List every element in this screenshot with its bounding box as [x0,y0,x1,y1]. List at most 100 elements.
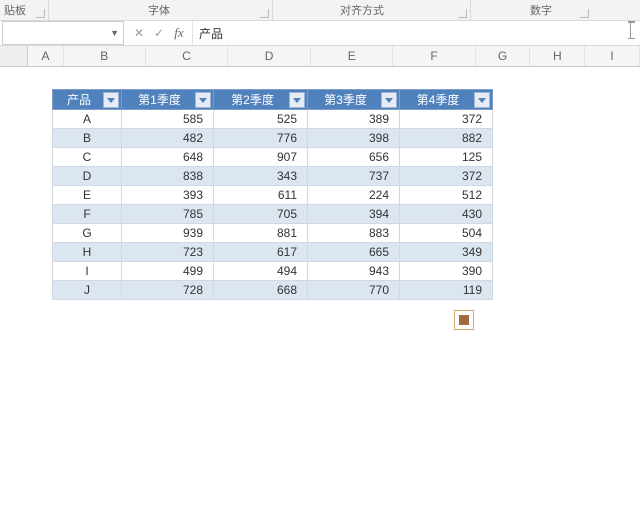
name-box[interactable]: ▼ [2,21,124,45]
table-cell[interactable]: 776 [214,129,308,148]
worksheet-grid[interactable]: 产品第1季度第2季度第3季度第4季度 A585525389372B4827763… [0,65,640,511]
table-header-cell[interactable]: 产品 [53,90,122,110]
filter-dropdown-icon[interactable] [381,92,397,108]
column-header[interactable]: H [530,46,585,66]
table-cell[interactable]: C [53,148,122,167]
ribbon-group-labels: 贴板 字体 对齐方式 数字 [0,0,640,21]
select-all-corner[interactable] [0,46,28,66]
table-cell[interactable]: 705 [214,205,308,224]
dialog-launcher-icon[interactable] [580,9,589,18]
table-cell[interactable]: 939 [122,224,214,243]
table-cell[interactable]: D [53,167,122,186]
table-row[interactable]: J728668770119 [53,281,493,300]
table-header-cell[interactable]: 第2季度 [214,90,308,110]
dialog-launcher-icon[interactable] [458,9,467,18]
table-row[interactable]: G939881883504 [53,224,493,243]
table-cell[interactable]: 390 [400,262,493,281]
table-cell[interactable]: 668 [214,281,308,300]
cancel-icon[interactable]: ✕ [130,24,148,42]
table-header-cell[interactable]: 第1季度 [122,90,214,110]
table-cell[interactable]: 372 [400,167,493,186]
filter-dropdown-icon[interactable] [195,92,211,108]
table-cell[interactable]: 394 [308,205,400,224]
smart-tag-icon[interactable] [454,310,474,330]
table-cell[interactable]: 665 [308,243,400,262]
dialog-launcher-icon[interactable] [260,9,269,18]
table-cell[interactable]: 723 [122,243,214,262]
table-cell[interactable]: 504 [400,224,493,243]
table-row[interactable]: C648907656125 [53,148,493,167]
table-cell[interactable]: A [53,110,122,129]
table-cell[interactable]: 224 [308,186,400,205]
table-cell[interactable]: 728 [122,281,214,300]
table-cell[interactable]: 525 [214,110,308,129]
table-cell[interactable]: G [53,224,122,243]
table-row[interactable]: E393611224512 [53,186,493,205]
text-cursor-icon [630,22,632,38]
column-header[interactable]: A [28,46,63,66]
table-cell[interactable]: H [53,243,122,262]
table-cell[interactable]: 883 [308,224,400,243]
table-cell[interactable]: 430 [400,205,493,224]
ribbon-group-number: 数字 [530,2,552,18]
table-cell[interactable]: 494 [214,262,308,281]
table-cell[interactable]: 398 [308,129,400,148]
column-headers: ABCDEFGHI [0,46,640,67]
table-cell[interactable]: 882 [400,129,493,148]
filter-dropdown-icon[interactable] [103,92,119,108]
table-row[interactable]: D838343737372 [53,167,493,186]
table-header-row: 产品第1季度第2季度第3季度第4季度 [53,90,493,110]
filter-dropdown-icon[interactable] [474,92,490,108]
ribbon-group-clipboard: 贴板 [4,2,26,18]
table-cell[interactable]: I [53,262,122,281]
table-cell[interactable]: 737 [308,167,400,186]
table-cell[interactable]: 125 [400,148,493,167]
table-cell[interactable]: 393 [122,186,214,205]
ribbon-group-font: 字体 [148,2,170,18]
table-cell[interactable]: 585 [122,110,214,129]
column-header[interactable]: E [311,46,393,66]
table-cell[interactable]: J [53,281,122,300]
table-cell[interactable]: 482 [122,129,214,148]
table-cell[interactable]: 656 [308,148,400,167]
table-cell[interactable]: 611 [214,186,308,205]
column-header[interactable]: C [146,46,228,66]
table-cell[interactable]: 343 [214,167,308,186]
table-cell[interactable]: 838 [122,167,214,186]
table-row[interactable]: H723617665349 [53,243,493,262]
table-cell[interactable]: 785 [122,205,214,224]
table-cell[interactable]: 617 [214,243,308,262]
table-cell[interactable]: 499 [122,262,214,281]
table-row[interactable]: A585525389372 [53,110,493,129]
table-cell[interactable]: F [53,205,122,224]
table-cell[interactable]: 770 [308,281,400,300]
dialog-launcher-icon[interactable] [36,9,45,18]
chevron-down-icon[interactable]: ▼ [110,28,119,38]
enter-icon[interactable]: ✓ [150,24,168,42]
filter-dropdown-icon[interactable] [289,92,305,108]
table-cell[interactable]: 372 [400,110,493,129]
table-cell[interactable]: 389 [308,110,400,129]
column-header[interactable]: B [64,46,146,66]
table-row[interactable]: F785705394430 [53,205,493,224]
table-row[interactable]: B482776398882 [53,129,493,148]
table-cell[interactable]: 349 [400,243,493,262]
table-row[interactable]: I499494943390 [53,262,493,281]
table-cell[interactable]: B [53,129,122,148]
table-cell[interactable]: 943 [308,262,400,281]
column-header[interactable]: F [393,46,475,66]
table-cell[interactable]: 119 [400,281,493,300]
table-cell[interactable]: 512 [400,186,493,205]
ribbon-group-align: 对齐方式 [340,2,384,18]
table-header-cell[interactable]: 第3季度 [308,90,400,110]
table-cell[interactable]: 648 [122,148,214,167]
formula-input[interactable]: 产品 [193,21,640,45]
column-header[interactable]: G [476,46,531,66]
table-header-cell[interactable]: 第4季度 [400,90,493,110]
table-cell[interactable]: 907 [214,148,308,167]
fx-icon[interactable]: fx [170,24,188,42]
column-header[interactable]: D [228,46,311,66]
table-cell[interactable]: 881 [214,224,308,243]
table-cell[interactable]: E [53,186,122,205]
column-header[interactable]: I [585,46,640,66]
